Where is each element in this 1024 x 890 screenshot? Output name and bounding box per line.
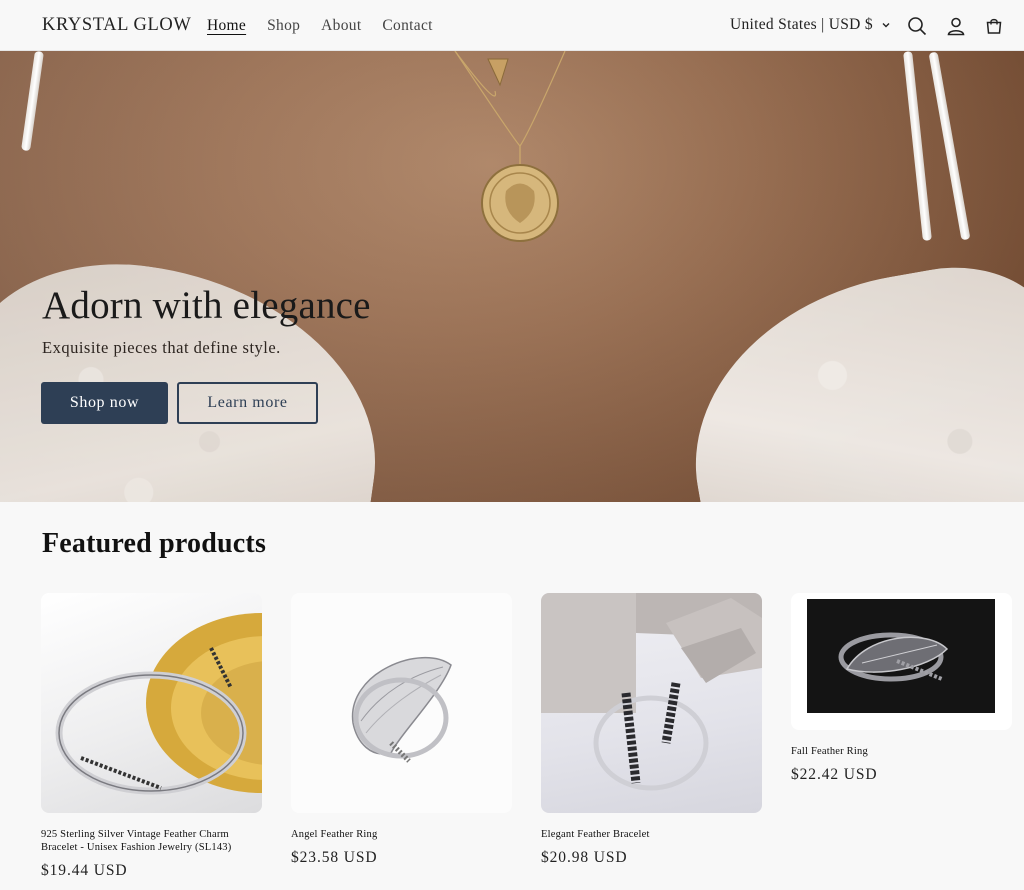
chevron-down-icon: [882, 23, 890, 28]
nav-shop[interactable]: Shop: [267, 17, 300, 35]
necklace-image: [454, 51, 566, 242]
product-price: $19.44 USD: [41, 862, 128, 879]
hero-subtitle: Exquisite pieces that define style.: [42, 338, 281, 357]
product-card[interactable]: Elegant Feather Bracelet $20.98 USD: [541, 593, 762, 867]
site-logo[interactable]: KRYSTAL GLOW: [42, 15, 191, 36]
cart-icon[interactable]: [983, 15, 1005, 37]
product-name[interactable]: Angel Feather Ring: [291, 828, 512, 841]
hero-banner: Adorn with elegance Exquisite pieces tha…: [0, 51, 1024, 502]
product-name[interactable]: 925 Sterling Silver Vintage Feather Char…: [41, 828, 262, 854]
hero-title: Adorn with elegance: [42, 284, 371, 327]
hero-text: Adorn with elegance Exquisite pieces tha…: [42, 283, 371, 358]
product-image[interactable]: [41, 593, 262, 813]
learn-more-button[interactable]: Learn more: [177, 382, 318, 424]
product-card[interactable]: Fall Feather Ring $22.42 USD: [791, 593, 1012, 784]
product-image[interactable]: [791, 593, 1012, 730]
shop-now-button[interactable]: Shop now: [41, 382, 168, 424]
product-card[interactable]: 925 Sterling Silver Vintage Feather Char…: [41, 593, 262, 880]
main-nav: Home Shop About Contact: [207, 17, 433, 35]
product-name[interactable]: Fall Feather Ring: [791, 745, 1012, 758]
product-photo: [807, 599, 995, 713]
nav-home[interactable]: Home: [207, 17, 246, 35]
nav-contact[interactable]: Contact: [382, 17, 432, 35]
product-card[interactable]: Angel Feather Ring $23.58 USD: [291, 593, 512, 867]
product-price: $23.58 USD: [291, 849, 378, 866]
featured-title: Featured products: [42, 528, 267, 559]
search-icon[interactable]: [906, 15, 928, 37]
locale-selector[interactable]: United States | USD $: [730, 16, 891, 34]
site-header: KRYSTAL GLOW Home Shop About Contact Uni…: [0, 0, 1024, 51]
locale-label: United States | USD $: [730, 16, 873, 33]
nav-about[interactable]: About: [321, 17, 361, 35]
product-image[interactable]: [541, 593, 762, 813]
product-price: $22.42 USD: [791, 766, 878, 783]
account-icon[interactable]: [945, 15, 967, 37]
product-name[interactable]: Elegant Feather Bracelet: [541, 828, 762, 841]
product-image[interactable]: [291, 593, 512, 813]
product-price: $20.98 USD: [541, 849, 628, 866]
